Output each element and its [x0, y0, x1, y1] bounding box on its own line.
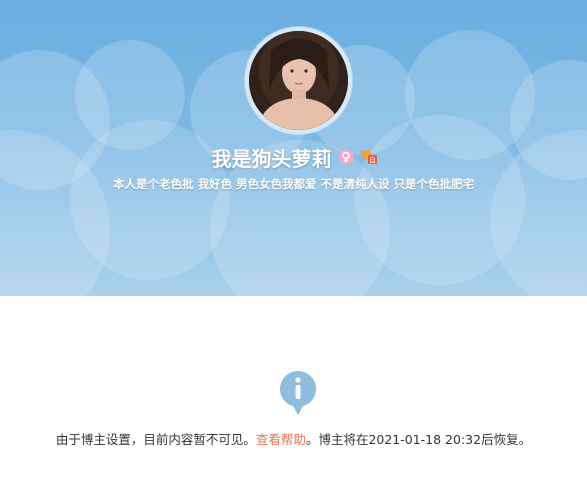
visibility-notice: 由于博主设置，目前内容暂不可见。查看帮助。博主将在2021-01-18 20:3… — [0, 429, 587, 448]
notice-text-before: 由于博主设置，目前内容暂不可见。 — [55, 432, 256, 447]
svg-text:自: 自 — [369, 156, 376, 165]
info-icon — [279, 370, 317, 416]
notice-text-after: 。博主将在2021-01-18 20:32后恢复。 — [305, 432, 532, 447]
female-gender-icon — [338, 149, 354, 165]
profile-bio: 本人是个老色批 我好色 男色女色我都爱 不是清纯人设 只是个色批肥宅 — [112, 177, 474, 191]
avatar[interactable] — [249, 31, 348, 130]
profile-name: 我是狗头萝莉 — [211, 146, 332, 171]
avatar-frame[interactable] — [245, 27, 352, 134]
help-link[interactable]: 查看帮助 — [256, 432, 306, 447]
profile-name-row: 我是狗头萝莉 自 — [0, 142, 587, 172]
vip-badge-icon[interactable]: 自 — [360, 149, 377, 165]
profile-banner: 我是狗头萝莉 自 本人是个老色批 我好色 男色女色我都爱 不是清纯人设 只是个色… — [0, 0, 587, 296]
